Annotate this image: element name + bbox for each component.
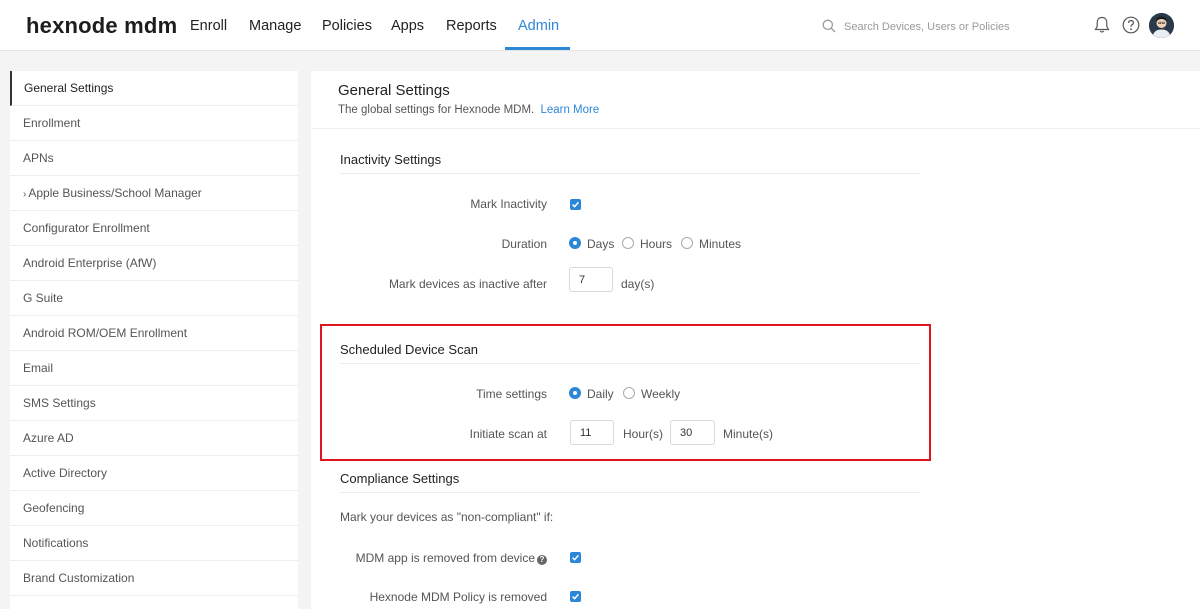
page-header: General Settings The global settings for…	[311, 71, 1200, 129]
top-navbar: hexnode mdm Enroll Manage Policies Apps …	[0, 0, 1200, 51]
sidebar-item-geofencing[interactable]: Geofencing	[10, 491, 298, 526]
sidebar-item-android-enterprise[interactable]: Android Enterprise (AfW)	[10, 246, 298, 281]
sidebar-item-configurator-enrollment[interactable]: Configurator Enrollment	[10, 211, 298, 246]
inactivity-section-title: Inactivity Settings	[340, 152, 442, 167]
section-divider	[340, 173, 920, 174]
settings-sidebar: General Settings Enrollment APNs › Apple …	[10, 71, 298, 609]
duration-days-radio[interactable]	[569, 237, 581, 249]
sidebar-item-enrollment[interactable]: Enrollment	[10, 106, 298, 141]
sidebar-item-label: Geofencing	[23, 501, 85, 515]
help-icon[interactable]	[1121, 15, 1141, 35]
compliance-section-title: Compliance Settings	[340, 471, 460, 486]
sidebar-item-notifications[interactable]: Notifications	[10, 526, 298, 561]
nav-admin[interactable]: Admin	[518, 18, 559, 34]
sidebar-item-azure-ad[interactable]: Azure AD	[10, 421, 298, 456]
mark-inactivity-label: Mark Inactivity	[470, 197, 547, 211]
sidebar-item-android-rom-oem[interactable]: Android ROM/OEM Enrollment	[10, 316, 298, 351]
user-avatar[interactable]	[1149, 13, 1174, 38]
sidebar-item-brand-customization[interactable]: Brand Customization	[10, 561, 298, 596]
search-input[interactable]	[840, 16, 1050, 38]
policy-removed-checkbox[interactable]	[570, 591, 581, 602]
nav-enroll[interactable]: Enroll	[190, 18, 227, 34]
page-subtitle: The global settings for Hexnode MDM. Lea…	[338, 104, 599, 116]
sidebar-item-label: Configurator Enrollment	[23, 221, 150, 235]
sidebar-item-general-settings[interactable]: General Settings	[10, 71, 298, 106]
active-nav-indicator	[505, 47, 570, 50]
inactive-after-input[interactable]	[569, 267, 613, 292]
nav-manage[interactable]: Manage	[249, 18, 301, 34]
duration-minutes-label[interactable]: Minutes	[699, 237, 741, 251]
duration-hours-label[interactable]: Hours	[640, 237, 672, 251]
duration-label: Duration	[501, 237, 547, 251]
question-icon[interactable]: ?	[537, 555, 547, 565]
nav-reports[interactable]: Reports	[446, 18, 497, 34]
sidebar-item-label: Brand Customization	[23, 571, 135, 585]
sidebar-item-sms-settings[interactable]: SMS Settings	[10, 386, 298, 421]
sidebar-item-label: APNs	[23, 151, 54, 165]
highlight-box	[320, 324, 931, 461]
sidebar-item-label: Active Directory	[23, 466, 108, 480]
sidebar-item-label: General Settings	[24, 81, 114, 95]
inactive-after-label: Mark devices as inactive after	[388, 277, 547, 291]
chevron-right-icon: ›	[23, 189, 27, 200]
user-avatar-icon	[1149, 13, 1174, 38]
sidebar-item-label: SMS Settings	[23, 396, 96, 410]
sidebar-item-label: Android Enterprise (AfW)	[23, 256, 157, 270]
nav-apps[interactable]: Apps	[391, 18, 424, 34]
checkmark-icon	[572, 593, 579, 600]
sidebar-item-label: Apple Business/School Manager	[28, 186, 202, 200]
learn-more-link[interactable]: Learn More	[540, 104, 599, 116]
inactive-after-unit: day(s)	[621, 277, 655, 291]
app-logo[interactable]: hexnode mdm	[26, 13, 177, 39]
app-removed-label: MDM app is removed from device	[355, 551, 535, 565]
compliance-intro: Mark your devices as "non-compliant" if:	[340, 510, 554, 524]
app-removed-checkbox[interactable]	[570, 552, 581, 563]
sidebar-item-label: Notifications	[23, 536, 89, 550]
mark-inactivity-checkbox[interactable]	[570, 199, 581, 210]
page-title: General Settings	[338, 82, 450, 99]
sidebar-item-label: Email	[23, 361, 54, 375]
sidebar-item-apple-business[interactable]: › Apple Business/School Manager	[10, 176, 298, 211]
nav-policies[interactable]: Policies	[322, 18, 372, 34]
app-removed-label-wrap: MDM app is removed from device?	[311, 551, 547, 565]
sidebar-item-label: G Suite	[23, 291, 64, 305]
sidebar-item-email[interactable]: Email	[10, 351, 298, 386]
duration-hours-radio[interactable]	[622, 237, 634, 249]
duration-minutes-radio[interactable]	[681, 237, 693, 249]
checkmark-icon	[572, 201, 579, 208]
sidebar-item-label: Azure AD	[23, 431, 74, 445]
checkmark-icon	[572, 554, 579, 561]
sidebar-item-label: Enrollment	[23, 116, 81, 130]
bell-icon[interactable]	[1092, 15, 1112, 35]
duration-days-label[interactable]: Days	[587, 237, 614, 251]
sidebar-item-g-suite[interactable]: G Suite	[10, 281, 298, 316]
search-icon	[822, 19, 836, 33]
sidebar-item-label: Android ROM/OEM Enrollment	[23, 326, 188, 340]
sidebar-item-active-directory[interactable]: Active Directory	[10, 456, 298, 491]
page-subtitle-text: The global settings for Hexnode MDM.	[338, 104, 535, 116]
section-divider	[340, 492, 920, 493]
sidebar-item-apns[interactable]: APNs	[10, 141, 298, 176]
policy-removed-label: Hexnode MDM Policy is removed	[369, 590, 547, 604]
